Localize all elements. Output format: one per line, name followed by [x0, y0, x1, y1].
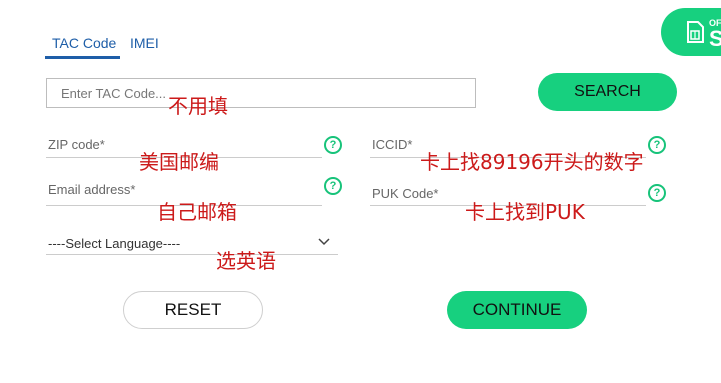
language-select[interactable]: ----Select Language---- [48, 236, 180, 251]
annotation-email: 自己邮箱 [157, 200, 237, 224]
zip-help-icon[interactable]: ? [324, 136, 342, 154]
corner-badge[interactable]: OF S [661, 8, 721, 56]
active-tab-indicator [45, 56, 120, 59]
tac-code-input[interactable] [46, 78, 476, 108]
sim-card-icon [687, 21, 704, 43]
tab-tac-code[interactable]: TAC Code [52, 35, 116, 51]
annotation-iccid: 卡上找89196开头的数字 [420, 150, 644, 174]
annotation-puk: 卡上找到PUK [465, 200, 585, 224]
annotation-tac: 不用填 [168, 94, 228, 118]
chevron-down-icon[interactable] [318, 238, 330, 246]
annotation-zip: 美国邮编 [139, 150, 219, 174]
iccid-field[interactable]: ICCID* [372, 137, 412, 152]
email-address-field[interactable]: Email address* [48, 182, 135, 197]
tab-imei[interactable]: IMEI [130, 35, 159, 51]
badge-big-text: S [709, 26, 721, 51]
search-button[interactable]: SEARCH [538, 73, 677, 111]
zip-code-field[interactable]: ZIP code* [48, 137, 105, 152]
annotation-language: 选英语 [216, 249, 276, 273]
puk-code-field[interactable]: PUK Code* [372, 186, 438, 201]
language-underline [46, 254, 338, 255]
continue-button[interactable]: CONTINUE [447, 291, 587, 329]
puk-help-icon[interactable]: ? [648, 184, 666, 202]
iccid-help-icon[interactable]: ? [648, 136, 666, 154]
reset-button[interactable]: RESET [123, 291, 263, 329]
email-help-icon[interactable]: ? [324, 177, 342, 195]
